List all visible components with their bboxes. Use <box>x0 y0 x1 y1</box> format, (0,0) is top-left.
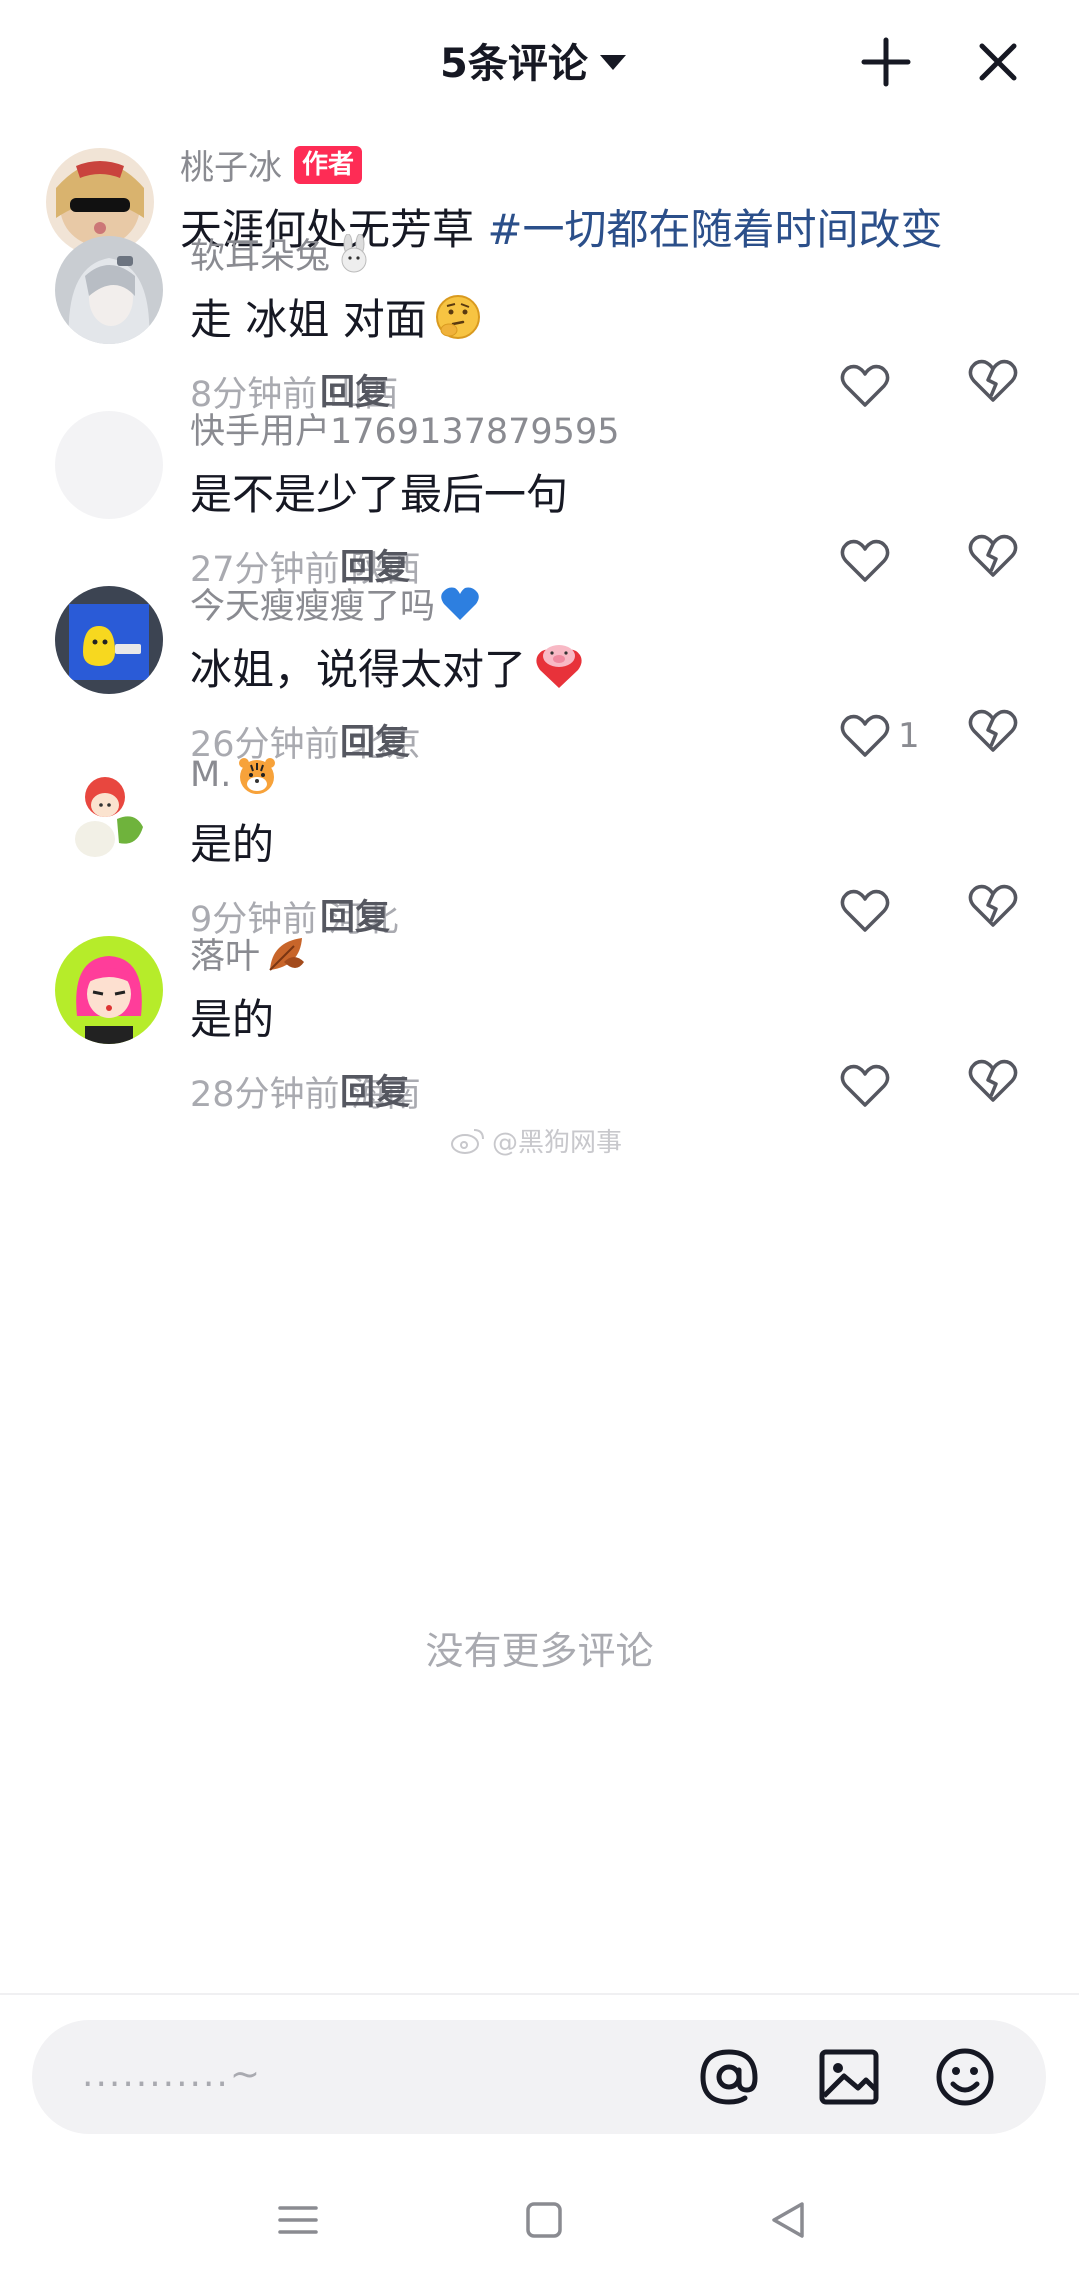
commenter-username: M. <box>190 755 232 795</box>
emoji-button[interactable] <box>928 2040 1002 2114</box>
comment-input[interactable]: ...........~ <box>32 2020 1046 2134</box>
commenter-avatar[interactable] <box>55 411 163 519</box>
watermark-text: @黑狗网事 <box>492 1128 623 1158</box>
comment-text: 冰姐，说得太对了 <box>190 636 586 697</box>
tiger-emoji-icon <box>239 758 276 794</box>
comments-sheet: 5条评论 桃子冰 作者 天涯何处无芳草 #一切都在随着时间改变 软耳朵兔 走 冰… <box>0 0 1079 2287</box>
commenter-name[interactable]: 今天瘦瘦瘦了吗 <box>190 578 481 629</box>
image-icon <box>819 2049 879 2105</box>
reply-button[interactable]: 回复 <box>340 1064 410 1115</box>
broken-heart-icon <box>968 534 1018 577</box>
commenter-avatar[interactable] <box>55 761 163 869</box>
commenter-avatar[interactable] <box>55 586 163 694</box>
comment-text: 走 冰姐 对面 <box>190 286 483 347</box>
commenter-name[interactable]: 快手用户1769137879595 <box>190 403 620 454</box>
commenter-avatar[interactable] <box>55 236 163 344</box>
blue-heart-emoji-icon <box>441 587 479 620</box>
menu-button[interactable] <box>268 2190 328 2250</box>
comment-body: 是不是少了最后一句 <box>190 470 569 519</box>
commenter-avatar[interactable] <box>55 936 163 1044</box>
commenter-username: 落叶 <box>190 937 261 977</box>
commenter-name[interactable]: M. <box>190 753 279 797</box>
heart-icon <box>840 1064 890 1107</box>
broken-heart-icon <box>968 359 1018 402</box>
commenter-username: 软耳朵兔 <box>190 237 331 277</box>
like-button[interactable] <box>838 1054 898 1118</box>
comment-text: 是的 <box>190 811 274 872</box>
back-button[interactable] <box>758 2190 818 2250</box>
caret-down-icon <box>599 54 626 70</box>
watermark: @黑狗网事 <box>450 1122 622 1159</box>
home-square-icon <box>526 2202 562 2238</box>
system-navigation-bar <box>0 2170 1079 2287</box>
comment-count-title: 5条评论 <box>440 41 588 87</box>
fallen-leaf-emoji-icon <box>269 937 305 971</box>
image-button[interactable] <box>812 2040 886 2114</box>
broken-heart-icon <box>968 884 1018 927</box>
comment-time: 28分钟前 <box>190 1075 340 1115</box>
like-count: 1 <box>898 716 920 756</box>
comment-input-placeholder: ...........~ <box>82 2054 263 2095</box>
author-badge: 作者 <box>294 145 363 184</box>
back-triangle-icon <box>772 2202 804 2238</box>
comment-body: 走 冰姐 对面 <box>190 295 427 344</box>
close-icon <box>979 43 1017 81</box>
comment-count-dropdown[interactable]: 5条评论 <box>440 32 626 88</box>
commenter-name[interactable]: 软耳朵兔 <box>190 228 374 279</box>
close-button[interactable] <box>968 32 1028 92</box>
broken-heart-icon <box>968 709 1018 752</box>
at-icon <box>700 2049 758 2105</box>
weibo-logo-icon <box>451 1128 484 1154</box>
comment-body: 是的 <box>190 820 275 869</box>
comment-body: 是的 <box>190 995 275 1044</box>
commenter-username: 快手用户1769137879595 <box>190 412 620 452</box>
thinking-face-emoji-icon <box>435 294 480 339</box>
commenter-name[interactable]: 落叶 <box>190 928 308 979</box>
menu-icon <box>278 2206 318 2234</box>
pig-heart-emoji-icon <box>536 644 582 688</box>
rabbit-emoji-icon <box>341 233 367 272</box>
comment-text: 是的 <box>190 986 274 1047</box>
divider <box>0 1993 1079 1995</box>
author-username-row: 桃子冰 作者 <box>180 140 363 189</box>
comment-text: 是不是少了最后一句 <box>190 461 568 522</box>
commenter-username: 今天瘦瘦瘦了吗 <box>190 587 436 627</box>
smiley-icon <box>936 2048 994 2106</box>
home-button[interactable] <box>514 2190 574 2250</box>
no-more-comments: 没有更多评论 <box>425 1629 654 1673</box>
comments-header: 5条评论 <box>0 0 1079 118</box>
comment-body: 冰姐，说得太对了 <box>190 645 527 694</box>
dislike-button[interactable] <box>966 1054 1026 1118</box>
mention-button[interactable] <box>692 2040 766 2114</box>
author-username[interactable]: 桃子冰 <box>180 140 282 189</box>
collapse-icon <box>861 37 911 87</box>
broken-heart-icon <box>968 1059 1018 1102</box>
collapse-button[interactable] <box>856 32 916 92</box>
